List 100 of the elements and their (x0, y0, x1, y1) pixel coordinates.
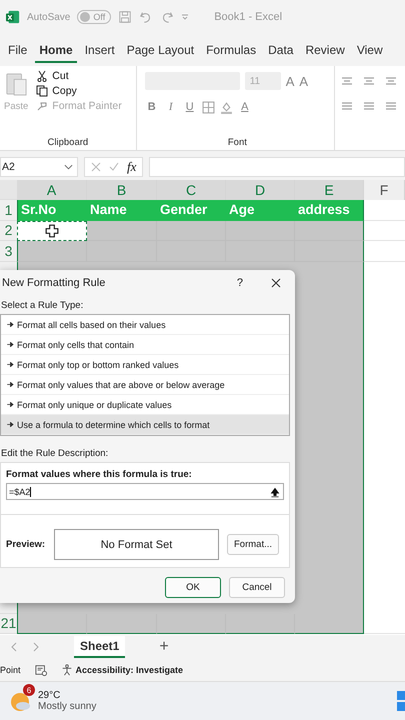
help-button[interactable]: ? (236, 277, 243, 289)
temperature-text: 29°C (38, 690, 62, 701)
paintbrush-icon (36, 100, 48, 112)
formula-field[interactable] (149, 157, 405, 177)
table-cell (17, 241, 87, 262)
table-cell (157, 614, 226, 634)
table-cell (226, 614, 295, 634)
menu-tab[interactable]: Page Layout (122, 37, 198, 63)
rule-type-item[interactable]: Format only values that are above or below average (1, 375, 289, 395)
menu-tab[interactable]: Review (301, 37, 349, 63)
arrow-icon (7, 342, 14, 347)
accessibility-button[interactable]: Accessibility: Investigate (60, 664, 184, 676)
dropdown-icon[interactable] (64, 164, 73, 170)
align-icon[interactable] (341, 100, 353, 112)
table-cell (157, 220, 226, 241)
insert-function-button[interactable]: fx (127, 159, 136, 175)
start-icon[interactable] (397, 691, 405, 711)
table-cell (295, 220, 364, 241)
rule-type-item[interactable]: Format all cells based on their values (1, 315, 289, 335)
collapse-icon[interactable] (269, 486, 281, 498)
row-header[interactable]: 21 (0, 614, 17, 634)
table-cell (226, 220, 295, 241)
excel-logo-icon (6, 10, 20, 24)
name-box[interactable]: A2 (0, 157, 78, 177)
ok-button[interactable]: OK (165, 577, 221, 598)
arrow-icon (7, 422, 14, 427)
arrow-icon (7, 382, 14, 387)
table-cell: Age (226, 200, 295, 220)
cursor-icon (45, 224, 59, 238)
column-header[interactable]: E (295, 180, 364, 200)
table-cell (295, 614, 364, 634)
group-label: Font (226, 137, 248, 148)
table-cell (87, 220, 157, 241)
menu-tab[interactable]: Home (35, 37, 77, 63)
redo-icon[interactable] (160, 10, 174, 24)
menu-tab[interactable]: View (352, 37, 387, 63)
rule-type-item[interactable]: Format only cells that contain (1, 335, 289, 355)
column-header[interactable]: C (157, 180, 226, 200)
arrow-icon (7, 402, 14, 407)
fill-color-icon[interactable] (220, 100, 233, 114)
workbook-stats-icon[interactable] (34, 664, 47, 676)
underline-button[interactable]: U (182, 101, 197, 113)
add-sheet-button[interactable]: + (159, 638, 169, 656)
menu-tab[interactable]: Insert (80, 37, 119, 63)
font-size-button[interactable]: A (286, 74, 294, 88)
section-label: Edit the Rule Description: (0, 447, 110, 461)
table-cell (87, 614, 157, 634)
cut-button[interactable]: Cut (36, 70, 122, 82)
bold-button[interactable]: B (144, 101, 159, 113)
column-header[interactable]: B (87, 180, 157, 200)
rule-type-item[interactable]: Format only top or bottom ranked values (1, 355, 289, 375)
align-icon[interactable] (363, 100, 375, 112)
cancel-icon[interactable] (91, 162, 101, 172)
font-size-button[interactable]: A (299, 74, 308, 88)
table-cell: Name (87, 200, 157, 220)
font-color-button[interactable]: A (238, 101, 252, 113)
previous-sheet-icon[interactable] (10, 642, 18, 652)
formula-label: Format values where this formula is true: (6, 469, 193, 480)
row-header[interactable]: 2 (0, 220, 17, 241)
check-icon[interactable] (109, 162, 119, 172)
row-header[interactable]: 3 (0, 241, 17, 262)
format-button[interactable]: Format... (227, 534, 280, 555)
mode-text: Point (0, 665, 21, 675)
menu-tab[interactable]: Data (264, 37, 298, 63)
customize-icon[interactable] (181, 13, 190, 21)
arrow-icon (7, 362, 14, 367)
selected-cell[interactable] (17, 220, 87, 241)
align-icon[interactable] (385, 100, 397, 112)
preview-label: Preview: (6, 539, 46, 550)
notification-badge: 6 (23, 684, 35, 696)
next-sheet-icon[interactable] (32, 642, 40, 652)
table-cell (87, 241, 157, 262)
formula-field[interactable]: =$A2 (6, 483, 284, 500)
scissors-icon (36, 70, 48, 82)
column-header[interactable]: A (17, 180, 87, 200)
table-cell (17, 614, 87, 634)
column-header[interactable]: D (226, 180, 295, 200)
borders-icon[interactable] (202, 100, 215, 114)
save-icon[interactable] (118, 10, 132, 24)
copy-button[interactable]: Copy (36, 85, 122, 97)
table-cell: Gender (157, 200, 226, 220)
table-cell (364, 220, 405, 241)
dialog-title: New Formatting Rule (2, 277, 106, 289)
table-cell: address (295, 200, 364, 220)
sheet-tab[interactable]: Sheet1 (74, 636, 126, 658)
italic-button[interactable]: I (164, 101, 178, 113)
weather-text: Mostly sunny (38, 701, 96, 712)
arrow-icon (7, 322, 14, 327)
accessibility-icon (60, 664, 73, 676)
cancel-button[interactable]: Cancel (229, 577, 285, 598)
copy-icon (36, 85, 48, 97)
row-header[interactable]: 1 (0, 200, 17, 220)
window-title: Book1 - Excel (214, 11, 282, 23)
menu-tab[interactable]: File (4, 37, 32, 63)
close-icon[interactable] (271, 278, 281, 288)
rule-type-item[interactable]: Use a formula to determine which cells to format (1, 415, 289, 435)
section-label: Select a Rule Type: (0, 299, 84, 313)
autosave-label: AutoSave (27, 12, 70, 22)
menu-tab[interactable]: Formulas (202, 37, 260, 63)
table-cell (295, 241, 364, 262)
